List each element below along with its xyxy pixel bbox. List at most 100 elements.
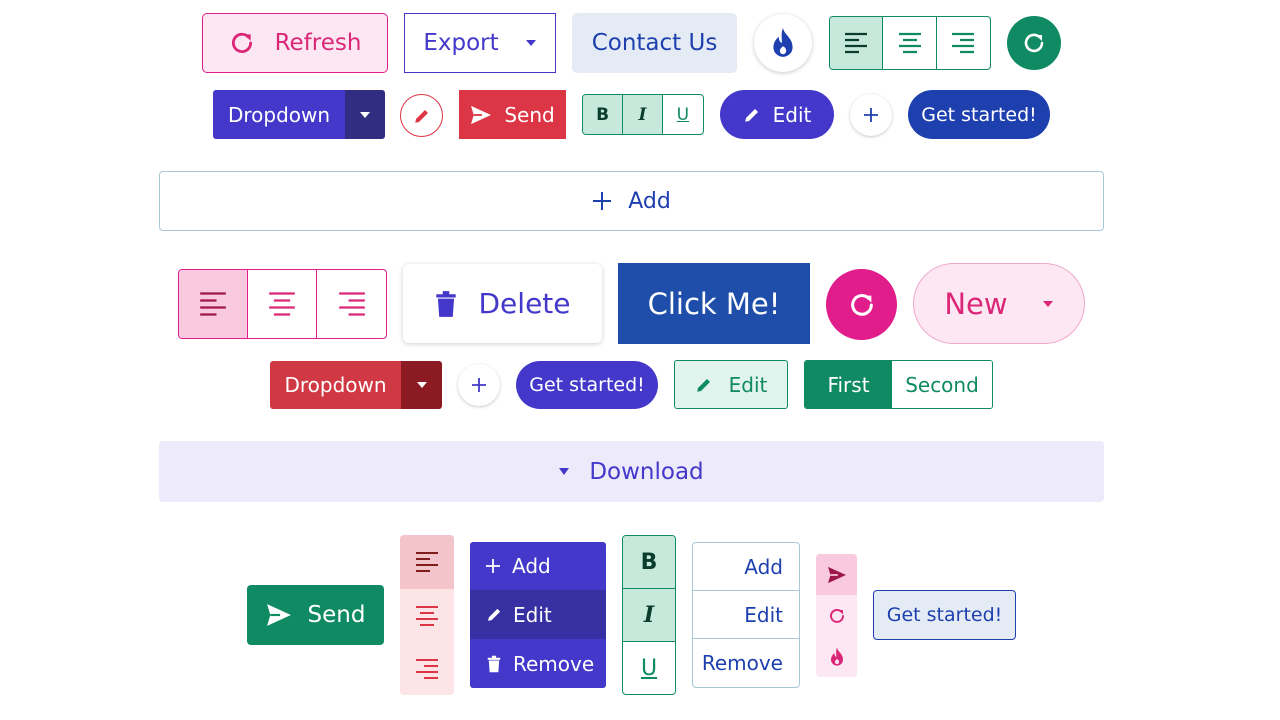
add-full-width-button[interactable]: Add [159,171,1104,231]
align-right-icon [415,657,439,681]
plus-icon [471,377,487,393]
send-label: Send [307,602,366,628]
dropdown-toggle-button[interactable] [345,90,385,139]
send-label: Send [504,102,555,127]
underline-label: U [640,655,658,681]
send-icon-button[interactable] [816,554,857,595]
delete-button[interactable]: Delete [403,264,602,343]
refresh-icon [229,30,255,56]
get-started-label: Get started! [529,374,645,396]
menu-add-label: Add [512,554,551,578]
fire-icon-button[interactable] [816,636,857,677]
menu-item-edit[interactable]: Edit [470,590,606,639]
dropdown-main-button[interactable]: Dropdown [270,361,401,409]
export-label: Export [423,30,499,56]
bold-label: B [596,104,610,125]
list-item-add[interactable]: Add [693,543,799,591]
plus-icon [863,107,879,123]
align-right-button[interactable] [317,270,386,338]
caret-down-icon [525,39,537,47]
first-button[interactable]: First [805,361,892,408]
second-button[interactable]: Second [892,361,992,408]
vertical-icon-group [816,554,857,677]
italic-button[interactable]: I [623,95,663,134]
underline-button[interactable]: U [663,95,703,134]
list-item-remove[interactable]: Remove [693,639,799,687]
refresh-circle-button-pink[interactable] [826,269,897,340]
align-left-icon [415,550,439,574]
bold-label: B [640,549,658,575]
get-started-label: Get started! [886,604,1003,626]
add-circle-button[interactable] [850,94,892,136]
download-full-width-button[interactable]: Download [159,441,1104,502]
dropdown-main-button[interactable]: Dropdown [213,90,345,139]
bold-button[interactable]: B [583,95,624,134]
caret-down-icon [360,111,370,118]
edit-outline-button[interactable]: Edit [674,360,788,409]
send-button[interactable]: Send [459,90,566,139]
pencil-icon [695,376,713,394]
align-center-icon [898,31,922,55]
menu-item-remove[interactable]: Remove [470,639,606,688]
first-label: First [827,372,870,397]
align-center-button[interactable] [400,589,454,642]
refresh-circle-button[interactable] [1007,16,1061,70]
edit-pill-button[interactable]: Edit [720,90,834,139]
menu-item-add[interactable]: Add [470,542,606,590]
refresh-icon-button[interactable] [816,595,857,636]
add-circle-button[interactable] [458,364,500,406]
get-started-label: Get started! [921,103,1037,126]
send-icon [266,603,292,627]
align-center-button[interactable] [248,270,317,338]
align-right-button[interactable] [937,17,990,69]
menu-remove-label: Remove [513,651,595,676]
dropdown-toggle-button[interactable] [401,361,442,409]
align-right-button[interactable] [400,642,454,695]
italic-button[interactable]: I [623,589,675,642]
export-dropdown-button[interactable]: Export [404,13,556,73]
add-label: Add [628,188,671,214]
underline-button[interactable]: U [623,642,675,694]
split-dropdown-red: Dropdown [270,361,442,409]
edit-circle-button[interactable] [400,94,443,137]
get-started-pill-button[interactable]: Get started! [516,361,658,409]
plus-icon [486,559,500,573]
send-button[interactable]: Send [247,585,384,645]
send-icon [827,566,847,584]
vertical-list-group: Add Edit Remove [692,542,800,688]
align-left-button[interactable] [179,270,248,338]
align-left-button[interactable] [400,535,454,589]
bold-button[interactable]: B [623,536,675,589]
second-label: Second [905,372,979,397]
vertical-align-group [400,535,454,695]
list-remove-label: Remove [701,651,783,675]
send-icon [470,105,492,125]
align-group-green [829,16,991,70]
edit-label: Edit [772,102,812,127]
contact-us-button[interactable]: Contact Us [572,13,737,73]
trash-icon [487,655,501,673]
pencil-icon [413,107,431,125]
fire-button[interactable] [754,14,812,72]
align-center-button[interactable] [883,17,937,69]
download-label: Download [589,458,704,485]
get-started-outline-button[interactable]: Get started! [873,590,1016,640]
click-me-button[interactable]: Click Me! [618,263,810,344]
fire-icon [829,647,845,667]
align-left-button[interactable] [830,17,884,69]
new-dropdown-pill-button[interactable]: New [913,263,1085,344]
dropdown-label: Dropdown [227,102,331,127]
align-left-icon [844,31,868,55]
trash-icon [435,290,457,318]
refresh-icon [848,291,876,319]
refresh-icon [1022,31,1046,55]
click-me-label: Click Me! [647,286,781,321]
split-dropdown-indigo: Dropdown [213,90,385,139]
delete-label: Delete [478,287,571,320]
vertical-format-group: B I U [622,535,676,695]
list-item-edit[interactable]: Edit [693,591,799,639]
refresh-button[interactable]: Refresh [202,13,388,73]
get-started-pill-button[interactable]: Get started! [908,90,1050,139]
align-left-icon [199,290,227,318]
align-right-icon [951,31,975,55]
